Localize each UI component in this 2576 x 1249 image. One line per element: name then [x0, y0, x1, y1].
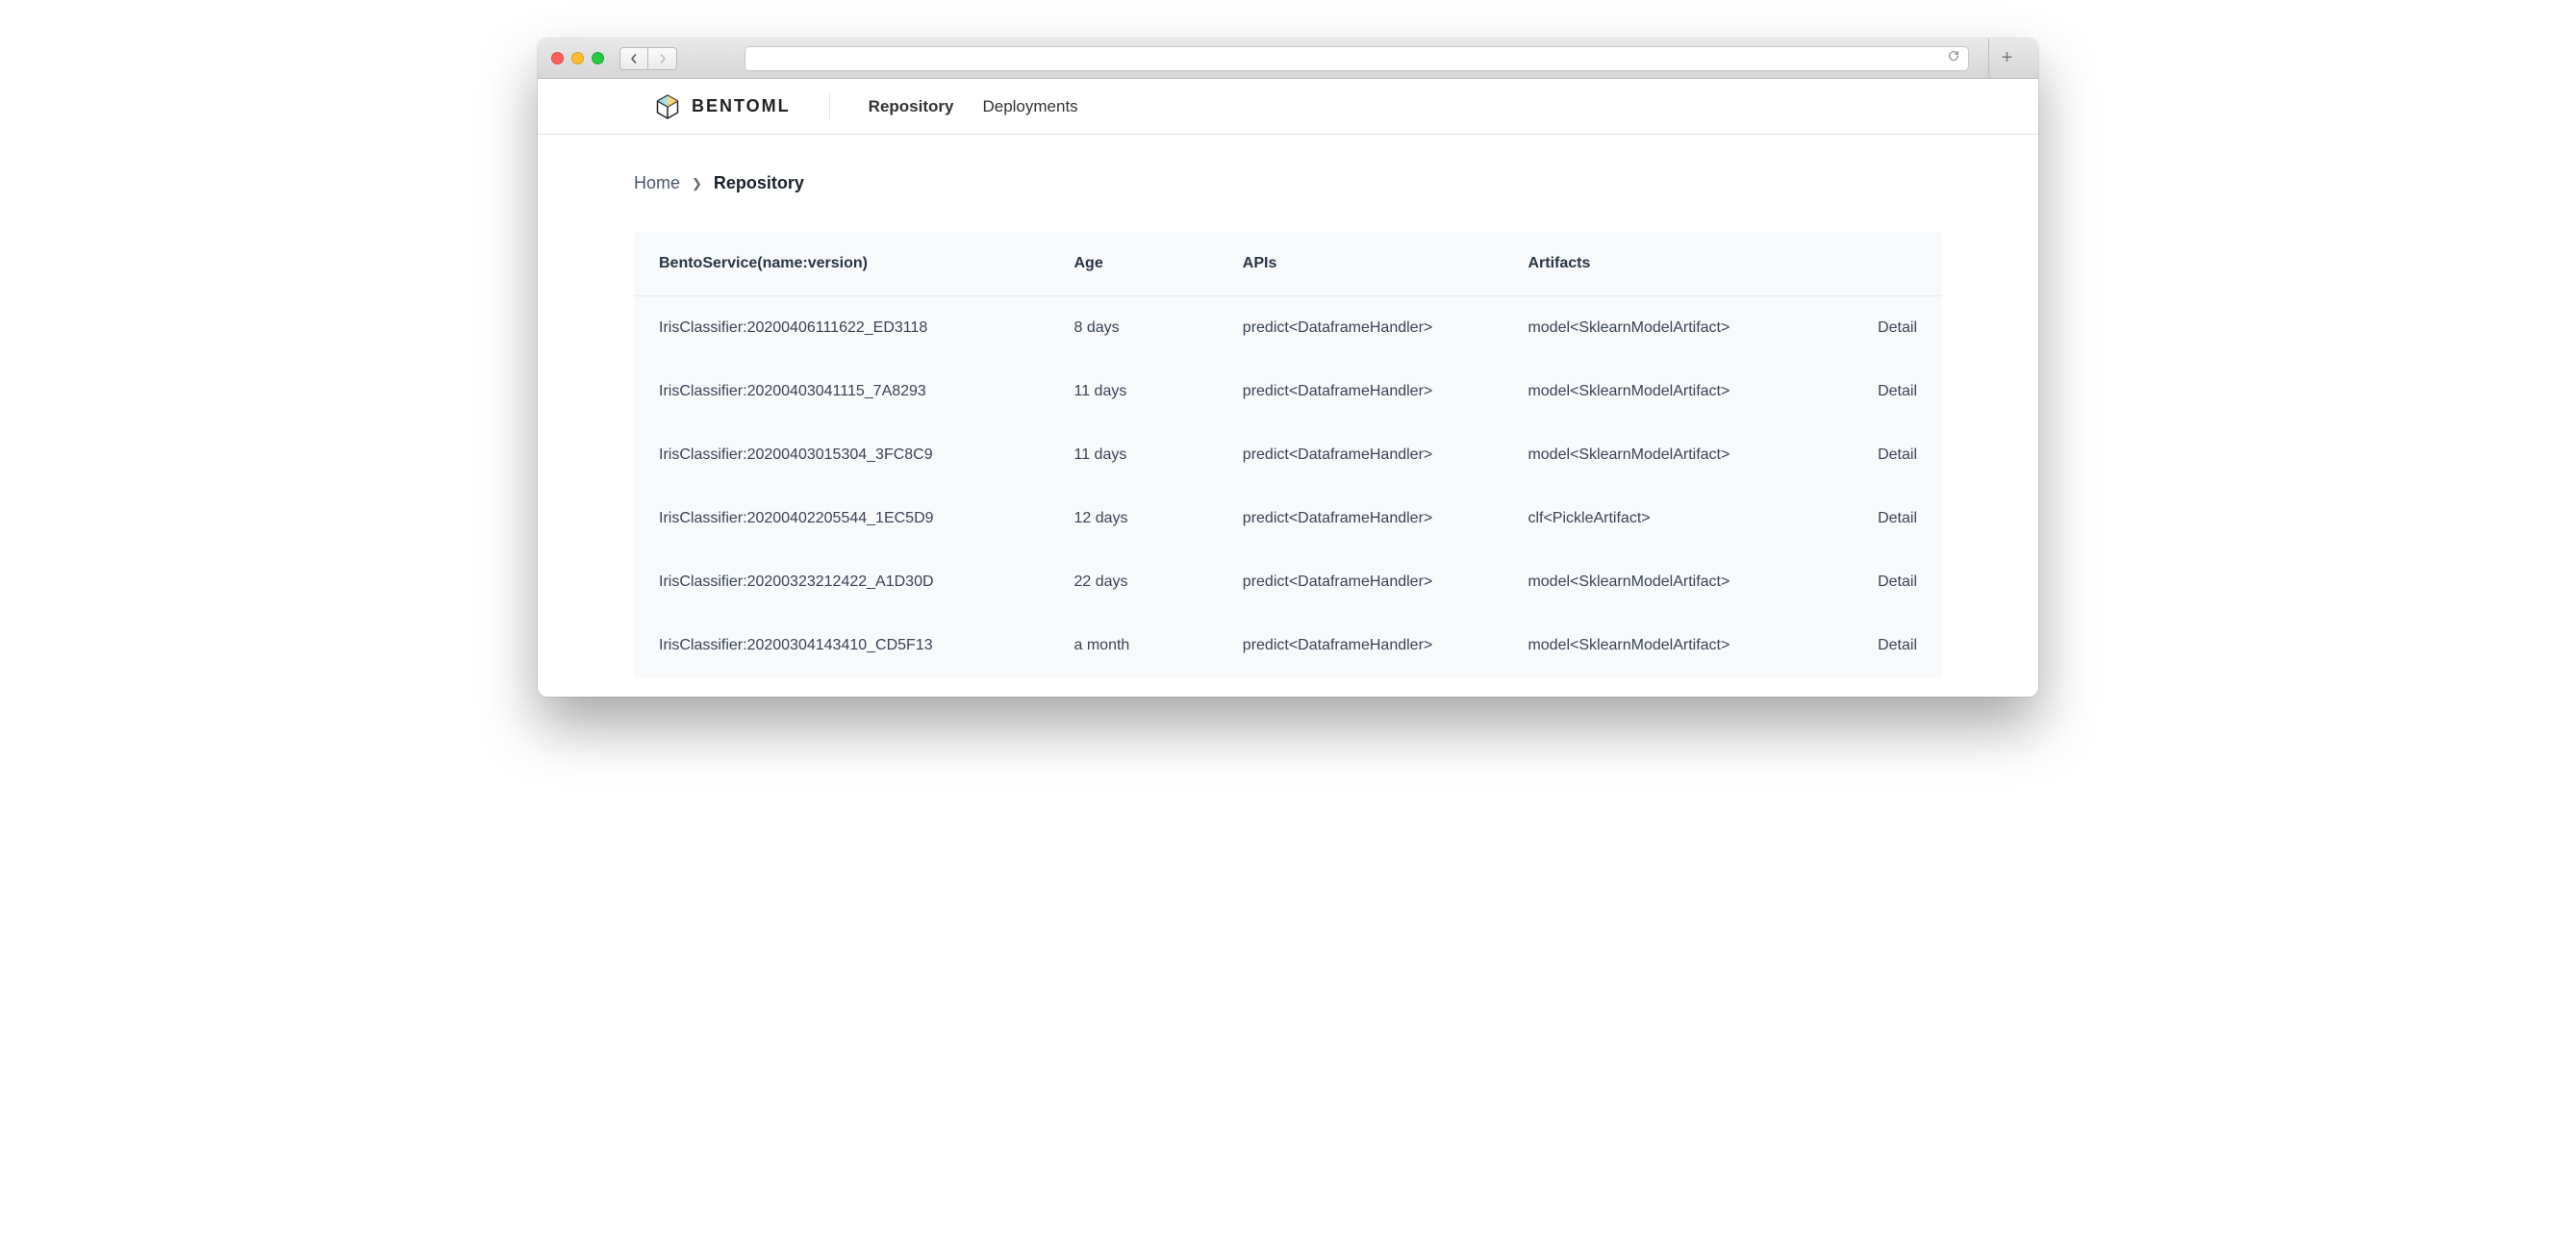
- minimize-window-button[interactable]: [571, 52, 584, 64]
- col-apis: APIs: [1243, 255, 1528, 272]
- cell-service: IrisClassifier:20200403041115_7A8293: [659, 383, 1074, 400]
- table-row: IrisClassifier:20200323212422_A1D30D22 d…: [634, 550, 1942, 614]
- tab-repository[interactable]: Repository: [869, 97, 954, 116]
- url-bar[interactable]: [745, 46, 1969, 71]
- cell-artifacts: model<SklearnModelArtifact>: [1528, 637, 1813, 654]
- cell-service: IrisClassifier:20200406111622_ED3118: [659, 319, 1074, 337]
- cell-artifacts: model<SklearnModelArtifact>: [1528, 383, 1813, 400]
- col-action: [1813, 255, 1917, 272]
- cell-apis: predict<DataframeHandler>: [1243, 319, 1528, 337]
- cell-age: 12 days: [1074, 510, 1243, 527]
- table-row: IrisClassifier:20200406111622_ED31188 da…: [634, 296, 1942, 360]
- cell-service: IrisClassifier:20200304143410_CD5F13: [659, 637, 1074, 654]
- table-row: IrisClassifier:20200402205544_1EC5D912 d…: [634, 487, 1942, 550]
- col-artifacts: Artifacts: [1528, 255, 1813, 272]
- cell-service: IrisClassifier:20200403015304_3FC8C9: [659, 446, 1074, 464]
- detail-link[interactable]: Detail: [1813, 383, 1917, 400]
- cell-apis: predict<DataframeHandler>: [1243, 383, 1528, 400]
- nav-tabs: Repository Deployments: [869, 97, 1078, 116]
- detail-link[interactable]: Detail: [1813, 446, 1917, 464]
- cell-apis: predict<DataframeHandler>: [1243, 574, 1528, 591]
- table-row: IrisClassifier:20200304143410_CD5F13a mo…: [634, 614, 1942, 677]
- traffic-lights: [551, 52, 604, 64]
- cell-artifacts: clf<PickleArtifact>: [1528, 510, 1813, 527]
- col-service: BentoService(name:version): [659, 255, 1074, 272]
- breadcrumb: Home ❯ Repository: [634, 173, 1942, 193]
- back-button[interactable]: [619, 47, 648, 70]
- detail-link[interactable]: Detail: [1813, 510, 1917, 527]
- brand-name: BENTOML: [692, 96, 791, 116]
- nav-button-group: [619, 47, 677, 70]
- detail-link[interactable]: Detail: [1813, 319, 1917, 337]
- repository-table: BentoService(name:version) Age APIs Arti…: [634, 232, 1942, 677]
- reload-icon[interactable]: [1947, 49, 1960, 67]
- breadcrumb-home[interactable]: Home: [634, 173, 680, 193]
- col-age: Age: [1074, 255, 1243, 272]
- logo[interactable]: BENTOML: [653, 92, 791, 121]
- cell-age: a month: [1074, 637, 1243, 654]
- page-content: Home ❯ Repository BentoService(name:vers…: [538, 135, 2038, 697]
- forward-button[interactable]: [648, 47, 677, 70]
- cell-age: 22 days: [1074, 574, 1243, 591]
- browser-window: + BENTOML Repository Deployments: [538, 38, 2038, 697]
- titlebar: +: [538, 38, 2038, 79]
- cell-service: IrisClassifier:20200402205544_1EC5D9: [659, 510, 1074, 527]
- app-topnav: BENTOML Repository Deployments: [538, 79, 2038, 135]
- table-header: BentoService(name:version) Age APIs Arti…: [634, 232, 1942, 296]
- cell-apis: predict<DataframeHandler>: [1243, 637, 1528, 654]
- cell-artifacts: model<SklearnModelArtifact>: [1528, 319, 1813, 337]
- close-window-button[interactable]: [551, 52, 564, 64]
- cell-age: 11 days: [1074, 446, 1243, 464]
- cell-artifacts: model<SklearnModelArtifact>: [1528, 574, 1813, 591]
- chevron-right-icon: ❯: [692, 176, 702, 191]
- bentoml-logo-icon: [653, 92, 682, 121]
- cell-age: 11 days: [1074, 383, 1243, 400]
- cell-service: IrisClassifier:20200323212422_A1D30D: [659, 574, 1074, 591]
- table-body: IrisClassifier:20200406111622_ED31188 da…: [634, 296, 1942, 677]
- breadcrumb-current: Repository: [714, 173, 804, 193]
- new-tab-button[interactable]: +: [1988, 38, 2025, 79]
- table-row: IrisClassifier:20200403041115_7A829311 d…: [634, 360, 1942, 423]
- cell-artifacts: model<SklearnModelArtifact>: [1528, 446, 1813, 464]
- cell-age: 8 days: [1074, 319, 1243, 337]
- maximize-window-button[interactable]: [592, 52, 604, 64]
- cell-apis: predict<DataframeHandler>: [1243, 446, 1528, 464]
- nav-divider: [829, 94, 830, 119]
- table-row: IrisClassifier:20200403015304_3FC8C911 d…: [634, 423, 1942, 487]
- detail-link[interactable]: Detail: [1813, 637, 1917, 654]
- tab-deployments[interactable]: Deployments: [982, 97, 1077, 116]
- detail-link[interactable]: Detail: [1813, 574, 1917, 591]
- cell-apis: predict<DataframeHandler>: [1243, 510, 1528, 527]
